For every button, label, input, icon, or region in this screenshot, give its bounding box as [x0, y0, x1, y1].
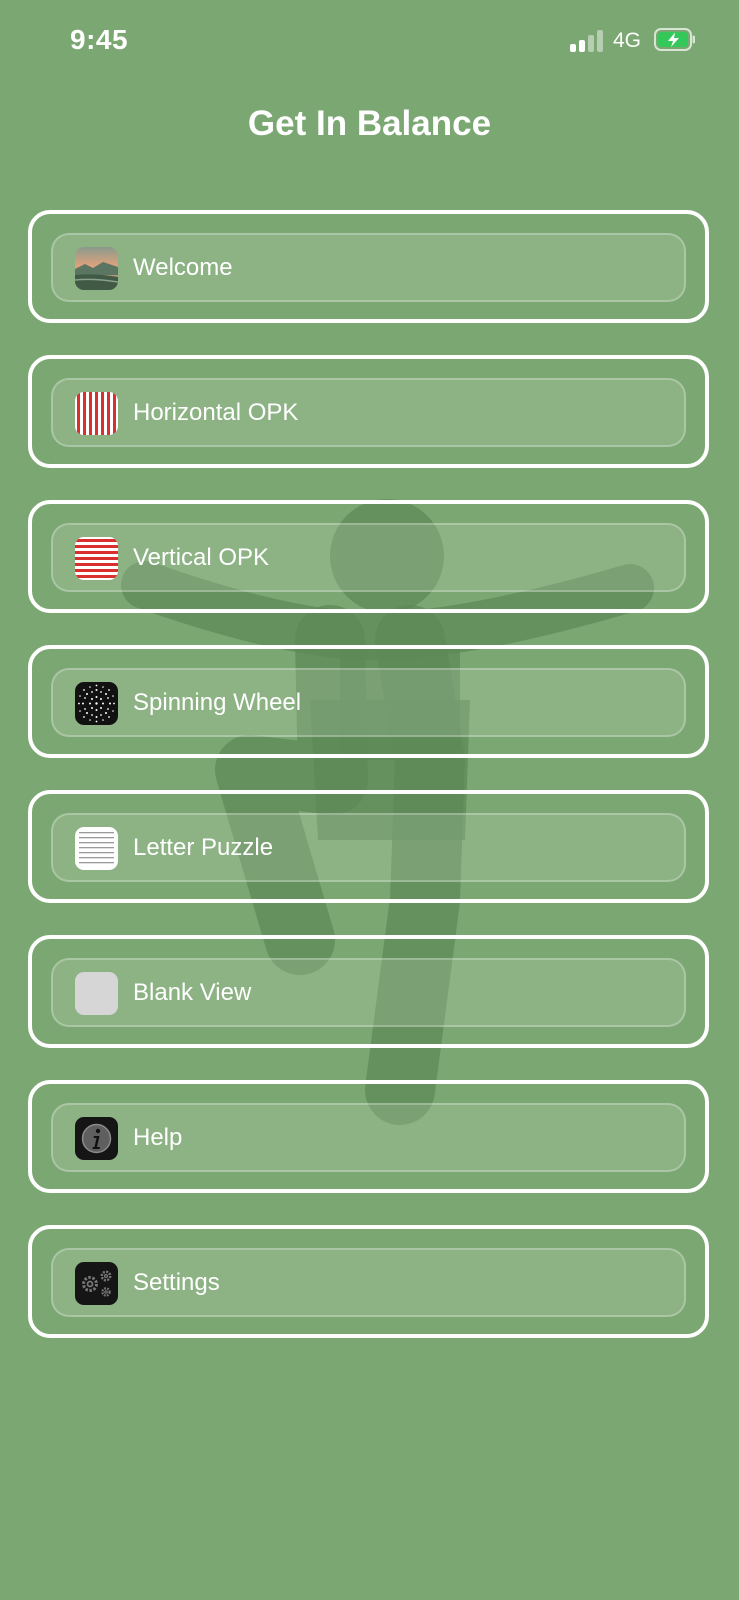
menu-label: Settings: [133, 1269, 220, 1296]
page-title: Get In Balance: [247, 104, 492, 143]
signal-icon: [570, 30, 604, 52]
menu-item-horizontal-opk[interactable]: Horizontal OPK: [28, 355, 709, 468]
menu-item-letter-puzzle[interactable]: Letter Puzzle: [28, 790, 709, 903]
horizontal-stripes-icon: [75, 537, 118, 580]
menu-button[interactable]: Welcome: [51, 233, 686, 302]
menu-item-vertical-opk[interactable]: Vertical OPK: [28, 500, 709, 613]
menu-item-settings[interactable]: Settings: [28, 1225, 709, 1338]
network-type: 4G: [613, 29, 642, 52]
menu-button[interactable]: Letter Puzzle: [51, 813, 686, 882]
menu-button[interactable]: Spinning Wheel: [51, 668, 686, 737]
menu-label: Horizontal OPK: [133, 399, 299, 426]
vertical-stripes-icon: [75, 392, 118, 435]
menu-item-spinning-wheel[interactable]: Spinning Wheel: [28, 645, 709, 758]
battery-icon: [654, 28, 695, 51]
menu-button[interactable]: Blank View: [51, 958, 686, 1027]
menu-label: Letter Puzzle: [133, 834, 274, 861]
menu-label: Blank View: [133, 979, 252, 1006]
gears-icon: [75, 1262, 118, 1305]
menu-item-blank-view[interactable]: Blank View: [28, 935, 709, 1048]
dots-wheel-icon: [75, 682, 118, 725]
status-bar: 9:45 4G: [0, 0, 739, 80]
letter-grid-icon: [75, 827, 118, 870]
menu-label: Vertical OPK: [133, 544, 270, 571]
menu-item-welcome[interactable]: Welcome: [28, 210, 709, 323]
info-icon: [75, 1117, 118, 1160]
blank-icon: [75, 972, 118, 1015]
menu-button[interactable]: Help: [51, 1103, 686, 1172]
menu-button[interactable]: Vertical OPK: [51, 523, 686, 592]
menu-button[interactable]: Horizontal OPK: [51, 378, 686, 447]
menu-label: Welcome: [133, 254, 233, 281]
status-time: 9:45: [70, 24, 129, 55]
menu-item-help[interactable]: Help: [28, 1080, 709, 1193]
landscape-icon: [75, 247, 118, 290]
menu-label: Spinning Wheel: [133, 689, 302, 716]
menu-button[interactable]: Settings: [51, 1248, 686, 1317]
menu-label: Help: [133, 1124, 183, 1151]
